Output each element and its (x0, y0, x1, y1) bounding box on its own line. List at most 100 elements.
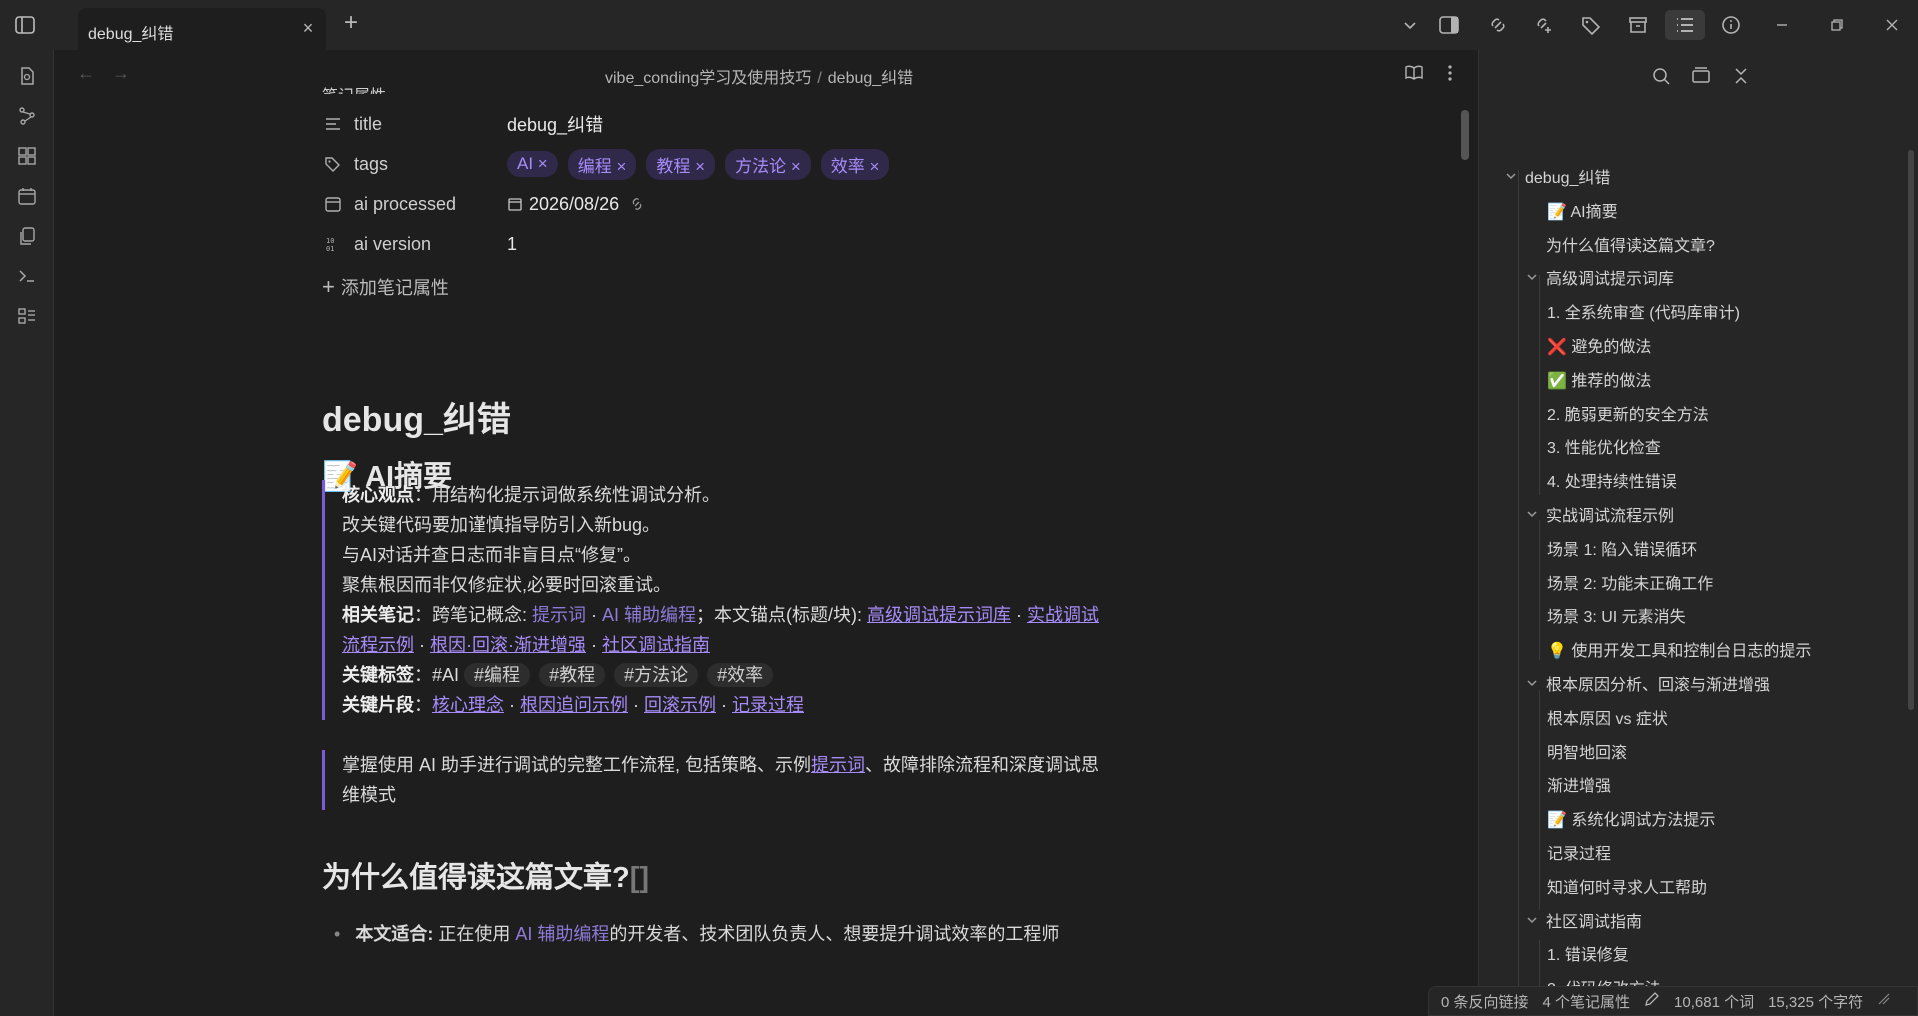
add-property-button[interactable]: + 添加笔记属性 (322, 274, 449, 300)
edit-pencil-icon[interactable] (1644, 991, 1660, 1011)
property-value[interactable]: debug_纠错 (507, 111, 603, 137)
chevron-down-icon[interactable] (1526, 914, 1538, 926)
outline-item[interactable]: 1. 错误修复 (1547, 941, 1629, 965)
tag-remove-icon[interactable]: × (869, 157, 879, 176)
graph-view-icon[interactable] (15, 104, 39, 128)
outline-item[interactable]: 场景 1: 陷入错误循环 (1547, 536, 1697, 560)
outline-item[interactable]: 实战调试流程示例 (1526, 502, 1674, 526)
collapse-view-icon[interactable] (1689, 64, 1713, 88)
left-sidebar-toggle-icon[interactable] (14, 14, 36, 36)
back-arrow-icon[interactable]: ← (75, 62, 97, 84)
link-add-icon[interactable] (1532, 13, 1556, 37)
outline-item[interactable]: 💡 使用开发工具和控制台日志的提示 (1547, 637, 1811, 661)
chevron-down-icon[interactable] (1526, 271, 1538, 283)
more-options-icon[interactable] (1439, 62, 1461, 84)
outline-item[interactable]: debug_纠错 (1505, 164, 1610, 188)
link-anchor-workflow-cont[interactable]: 流程示例 (342, 635, 414, 655)
outline-item[interactable]: 2. 脆弱更新的安全方法 (1547, 401, 1709, 425)
property-value[interactable]: 1 (507, 234, 517, 255)
tab-list-chevron-icon[interactable] (1398, 13, 1422, 37)
tag-remove-icon[interactable]: × (538, 154, 548, 173)
property-tags[interactable]: tags AI × 编程 × 教程 × 方法论 × 效率 × (322, 148, 1022, 180)
property-title[interactable]: title debug_纠错 (322, 109, 1022, 139)
outline-item[interactable]: ❌ 避免的做法 (1547, 333, 1651, 357)
properties-count[interactable]: 4 个笔记属性 (1543, 991, 1631, 1012)
link-fragment[interactable]: 记录过程 (732, 695, 804, 715)
hashtag[interactable]: #方法论 (614, 663, 699, 687)
link-fragment[interactable]: 核心理念 (432, 695, 504, 715)
right-sidebar-toggle-icon[interactable] (1437, 13, 1461, 37)
hashtag[interactable]: #效率 (707, 663, 774, 687)
outline-item[interactable]: 渐进增强 (1547, 772, 1611, 796)
outline-item[interactable]: 场景 2: 功能未正确工作 (1547, 570, 1713, 594)
hashtag[interactable]: #AI (432, 665, 459, 685)
link-ai-coding[interactable]: AI 辅助编程 (602, 605, 696, 625)
canvas-icon[interactable] (15, 144, 39, 168)
outline-item[interactable]: 明智地回滚 (1547, 739, 1627, 763)
outline-item[interactable]: 📝 系统化调试方法提示 (1547, 806, 1715, 830)
tag-pill[interactable]: 方法论 × (725, 148, 811, 180)
minimize-icon[interactable] (1770, 13, 1794, 37)
link-anchor-prompt-library[interactable]: 高级调试提示词库 (867, 605, 1011, 625)
tag-pill[interactable]: 编程 × (567, 148, 637, 180)
tag-remove-icon[interactable]: × (695, 157, 705, 176)
outline-scrollbar-thumb[interactable] (1908, 150, 1914, 710)
link-icon[interactable] (1486, 13, 1510, 37)
info-icon[interactable] (1719, 13, 1743, 37)
resize-grip-icon[interactable] (1877, 992, 1891, 1010)
outline-item[interactable]: 1. 全系统审查 (代码库审计) (1547, 299, 1740, 323)
tag-pill[interactable]: 教程 × (646, 148, 716, 180)
tab-debug[interactable]: debug_纠错 × (78, 8, 326, 50)
outline-item[interactable]: 记录过程 (1547, 840, 1611, 864)
hashtag[interactable]: #教程 (539, 663, 606, 687)
close-window-icon[interactable] (1880, 13, 1904, 37)
breadcrumb-folder[interactable]: vibe_conding学习及使用技巧 (605, 70, 811, 87)
link-fragment[interactable]: 根因追问示例 (520, 695, 628, 715)
templates-icon[interactable] (15, 304, 39, 328)
restore-icon[interactable] (1825, 13, 1849, 37)
breadcrumb-file[interactable]: debug_纠错 (828, 70, 913, 87)
outline-item[interactable]: 根本原因分析、回滚与渐进增强 (1526, 671, 1770, 695)
property-ai-processed[interactable]: ai processed 2026/08/26 (322, 189, 1022, 219)
tag-icon[interactable] (1579, 13, 1603, 37)
link-anchor-workflow[interactable]: 实战调试 (1027, 605, 1099, 625)
outline-item[interactable]: ✅ 推荐的做法 (1547, 367, 1651, 391)
reading-view-book-icon[interactable] (1403, 62, 1425, 84)
link-prompt-intro[interactable]: 提示词 (811, 755, 865, 775)
search-icon[interactable] (1649, 64, 1673, 88)
link-anchor-community[interactable]: 社区调试指南 (602, 635, 710, 655)
outline-item[interactable]: 4. 处理持续性错误 (1547, 468, 1677, 492)
backlinks-count[interactable]: 0 条反向链接 (1441, 991, 1529, 1012)
copy-files-icon[interactable] (15, 224, 39, 248)
new-note-icon[interactable] (15, 64, 39, 88)
link-anchor-root-cause[interactable]: 根因·回滚·渐进增强 (430, 635, 586, 655)
calendar-icon[interactable] (15, 184, 39, 208)
outline-item[interactable]: 3. 性能优化检查 (1547, 434, 1661, 458)
terminal-icon[interactable] (15, 264, 39, 288)
tab-close-icon[interactable]: × (300, 19, 316, 37)
outline-item[interactable]: 场景 3: UI 元素消失 (1547, 603, 1686, 627)
chevron-down-icon[interactable] (1526, 508, 1538, 520)
chevron-down-icon[interactable] (1526, 677, 1538, 689)
tag-remove-icon[interactable]: × (791, 157, 801, 176)
collapse-all-icon[interactable] (1729, 64, 1753, 88)
outline-list-icon[interactable] (1665, 10, 1705, 40)
new-tab-icon[interactable]: + (340, 11, 362, 35)
date-link-icon[interactable] (629, 196, 645, 212)
hashtag[interactable]: #编程 (464, 663, 531, 687)
tag-pill[interactable]: AI × (507, 151, 558, 177)
tag-pill[interactable]: 效率 × (820, 148, 890, 180)
chevron-down-icon[interactable] (1505, 170, 1517, 182)
outline-item[interactable]: 社区调试指南 (1526, 908, 1642, 932)
outline-item[interactable]: 为什么值得读这篇文章? (1546, 232, 1715, 256)
archive-icon[interactable] (1626, 13, 1650, 37)
property-value[interactable]: 2026/08/26 (507, 194, 645, 215)
forward-arrow-icon[interactable]: → (110, 62, 132, 84)
link-fragment[interactable]: 回滚示例 (644, 695, 716, 715)
outline-item[interactable]: 高级调试提示词库 (1526, 265, 1674, 289)
tag-remove-icon[interactable]: × (616, 157, 626, 176)
link-ai-coding-bullet[interactable]: AI 辅助编程 (515, 924, 609, 944)
outline-item[interactable]: 根本原因 vs 症状 (1547, 705, 1668, 729)
date-value[interactable]: 2026/08/26 (529, 194, 619, 215)
link-prompt[interactable]: 提示词 (532, 605, 586, 625)
